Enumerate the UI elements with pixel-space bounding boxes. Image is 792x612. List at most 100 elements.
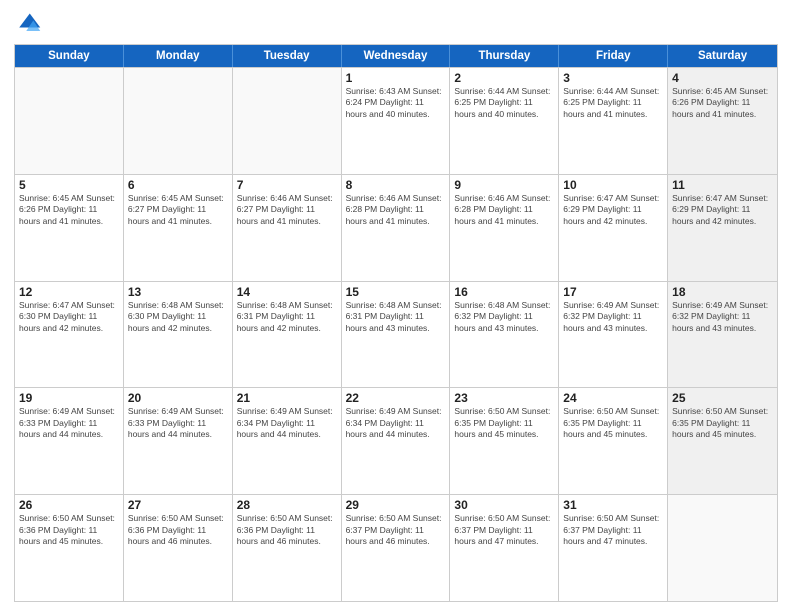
week-1: 1Sunrise: 6:43 AM Sunset: 6:24 PM Daylig… xyxy=(15,67,777,174)
day-info: Sunrise: 6:49 AM Sunset: 6:34 PM Dayligh… xyxy=(346,406,446,440)
day-info: Sunrise: 6:47 AM Sunset: 6:29 PM Dayligh… xyxy=(563,193,663,227)
day-number: 5 xyxy=(19,178,119,192)
day-number: 26 xyxy=(19,498,119,512)
calendar: SundayMondayTuesdayWednesdayThursdayFrid… xyxy=(14,44,778,602)
day-number: 29 xyxy=(346,498,446,512)
cal-cell: 18Sunrise: 6:49 AM Sunset: 6:32 PM Dayli… xyxy=(668,282,777,388)
cal-cell: 2Sunrise: 6:44 AM Sunset: 6:25 PM Daylig… xyxy=(450,68,559,174)
day-info: Sunrise: 6:48 AM Sunset: 6:30 PM Dayligh… xyxy=(128,300,228,334)
day-info: Sunrise: 6:45 AM Sunset: 6:27 PM Dayligh… xyxy=(128,193,228,227)
cal-cell: 4Sunrise: 6:45 AM Sunset: 6:26 PM Daylig… xyxy=(668,68,777,174)
cal-cell: 31Sunrise: 6:50 AM Sunset: 6:37 PM Dayli… xyxy=(559,495,668,601)
day-number: 11 xyxy=(672,178,773,192)
day-number: 14 xyxy=(237,285,337,299)
day-number: 15 xyxy=(346,285,446,299)
week-2: 5Sunrise: 6:45 AM Sunset: 6:26 PM Daylig… xyxy=(15,174,777,281)
day-info: Sunrise: 6:50 AM Sunset: 6:35 PM Dayligh… xyxy=(563,406,663,440)
day-info: Sunrise: 6:50 AM Sunset: 6:37 PM Dayligh… xyxy=(563,513,663,547)
cal-cell: 25Sunrise: 6:50 AM Sunset: 6:35 PM Dayli… xyxy=(668,388,777,494)
day-number: 24 xyxy=(563,391,663,405)
day-number: 30 xyxy=(454,498,554,512)
cal-cell xyxy=(124,68,233,174)
day-info: Sunrise: 6:44 AM Sunset: 6:25 PM Dayligh… xyxy=(563,86,663,120)
calendar-header: SundayMondayTuesdayWednesdayThursdayFrid… xyxy=(15,45,777,67)
cal-cell: 11Sunrise: 6:47 AM Sunset: 6:29 PM Dayli… xyxy=(668,175,777,281)
day-number: 25 xyxy=(672,391,773,405)
day-number: 13 xyxy=(128,285,228,299)
day-number: 20 xyxy=(128,391,228,405)
calendar-body: 1Sunrise: 6:43 AM Sunset: 6:24 PM Daylig… xyxy=(15,67,777,601)
week-3: 12Sunrise: 6:47 AM Sunset: 6:30 PM Dayli… xyxy=(15,281,777,388)
day-info: Sunrise: 6:50 AM Sunset: 6:36 PM Dayligh… xyxy=(19,513,119,547)
day-info: Sunrise: 6:48 AM Sunset: 6:31 PM Dayligh… xyxy=(346,300,446,334)
cal-cell: 3Sunrise: 6:44 AM Sunset: 6:25 PM Daylig… xyxy=(559,68,668,174)
cal-cell: 29Sunrise: 6:50 AM Sunset: 6:37 PM Dayli… xyxy=(342,495,451,601)
day-info: Sunrise: 6:50 AM Sunset: 6:37 PM Dayligh… xyxy=(454,513,554,547)
day-number: 6 xyxy=(128,178,228,192)
day-info: Sunrise: 6:43 AM Sunset: 6:24 PM Dayligh… xyxy=(346,86,446,120)
day-number: 3 xyxy=(563,71,663,85)
logo xyxy=(14,10,46,38)
day-info: Sunrise: 6:49 AM Sunset: 6:33 PM Dayligh… xyxy=(19,406,119,440)
cal-cell xyxy=(668,495,777,601)
cal-cell: 9Sunrise: 6:46 AM Sunset: 6:28 PM Daylig… xyxy=(450,175,559,281)
day-number: 23 xyxy=(454,391,554,405)
week-5: 26Sunrise: 6:50 AM Sunset: 6:36 PM Dayli… xyxy=(15,494,777,601)
header-day-thursday: Thursday xyxy=(450,45,559,67)
day-info: Sunrise: 6:50 AM Sunset: 6:37 PM Dayligh… xyxy=(346,513,446,547)
day-number: 21 xyxy=(237,391,337,405)
day-number: 22 xyxy=(346,391,446,405)
cal-cell xyxy=(15,68,124,174)
day-number: 10 xyxy=(563,178,663,192)
page: SundayMondayTuesdayWednesdayThursdayFrid… xyxy=(0,0,792,612)
header-day-sunday: Sunday xyxy=(15,45,124,67)
day-info: Sunrise: 6:47 AM Sunset: 6:30 PM Dayligh… xyxy=(19,300,119,334)
day-info: Sunrise: 6:49 AM Sunset: 6:32 PM Dayligh… xyxy=(672,300,773,334)
day-number: 4 xyxy=(672,71,773,85)
cal-cell: 12Sunrise: 6:47 AM Sunset: 6:30 PM Dayli… xyxy=(15,282,124,388)
day-info: Sunrise: 6:45 AM Sunset: 6:26 PM Dayligh… xyxy=(19,193,119,227)
day-info: Sunrise: 6:50 AM Sunset: 6:35 PM Dayligh… xyxy=(454,406,554,440)
cal-cell: 16Sunrise: 6:48 AM Sunset: 6:32 PM Dayli… xyxy=(450,282,559,388)
day-number: 28 xyxy=(237,498,337,512)
day-info: Sunrise: 6:49 AM Sunset: 6:34 PM Dayligh… xyxy=(237,406,337,440)
day-number: 9 xyxy=(454,178,554,192)
cal-cell: 24Sunrise: 6:50 AM Sunset: 6:35 PM Dayli… xyxy=(559,388,668,494)
day-info: Sunrise: 6:50 AM Sunset: 6:35 PM Dayligh… xyxy=(672,406,773,440)
day-number: 18 xyxy=(672,285,773,299)
cal-cell: 22Sunrise: 6:49 AM Sunset: 6:34 PM Dayli… xyxy=(342,388,451,494)
cal-cell: 5Sunrise: 6:45 AM Sunset: 6:26 PM Daylig… xyxy=(15,175,124,281)
header-day-friday: Friday xyxy=(559,45,668,67)
day-info: Sunrise: 6:49 AM Sunset: 6:33 PM Dayligh… xyxy=(128,406,228,440)
cal-cell: 1Sunrise: 6:43 AM Sunset: 6:24 PM Daylig… xyxy=(342,68,451,174)
logo-icon xyxy=(14,10,42,38)
day-number: 16 xyxy=(454,285,554,299)
cal-cell: 19Sunrise: 6:49 AM Sunset: 6:33 PM Dayli… xyxy=(15,388,124,494)
day-number: 8 xyxy=(346,178,446,192)
cal-cell: 15Sunrise: 6:48 AM Sunset: 6:31 PM Dayli… xyxy=(342,282,451,388)
cal-cell: 14Sunrise: 6:48 AM Sunset: 6:31 PM Dayli… xyxy=(233,282,342,388)
week-4: 19Sunrise: 6:49 AM Sunset: 6:33 PM Dayli… xyxy=(15,387,777,494)
day-info: Sunrise: 6:48 AM Sunset: 6:31 PM Dayligh… xyxy=(237,300,337,334)
day-info: Sunrise: 6:50 AM Sunset: 6:36 PM Dayligh… xyxy=(237,513,337,547)
cal-cell: 27Sunrise: 6:50 AM Sunset: 6:36 PM Dayli… xyxy=(124,495,233,601)
day-info: Sunrise: 6:46 AM Sunset: 6:27 PM Dayligh… xyxy=(237,193,337,227)
cal-cell xyxy=(233,68,342,174)
cal-cell: 8Sunrise: 6:46 AM Sunset: 6:28 PM Daylig… xyxy=(342,175,451,281)
day-info: Sunrise: 6:49 AM Sunset: 6:32 PM Dayligh… xyxy=(563,300,663,334)
cal-cell: 7Sunrise: 6:46 AM Sunset: 6:27 PM Daylig… xyxy=(233,175,342,281)
day-info: Sunrise: 6:45 AM Sunset: 6:26 PM Dayligh… xyxy=(672,86,773,120)
day-number: 12 xyxy=(19,285,119,299)
cal-cell: 10Sunrise: 6:47 AM Sunset: 6:29 PM Dayli… xyxy=(559,175,668,281)
day-info: Sunrise: 6:50 AM Sunset: 6:36 PM Dayligh… xyxy=(128,513,228,547)
cal-cell: 30Sunrise: 6:50 AM Sunset: 6:37 PM Dayli… xyxy=(450,495,559,601)
day-number: 17 xyxy=(563,285,663,299)
cal-cell: 6Sunrise: 6:45 AM Sunset: 6:27 PM Daylig… xyxy=(124,175,233,281)
day-info: Sunrise: 6:46 AM Sunset: 6:28 PM Dayligh… xyxy=(454,193,554,227)
cal-cell: 26Sunrise: 6:50 AM Sunset: 6:36 PM Dayli… xyxy=(15,495,124,601)
day-number: 7 xyxy=(237,178,337,192)
header-day-saturday: Saturday xyxy=(668,45,777,67)
header-day-monday: Monday xyxy=(124,45,233,67)
cal-cell: 28Sunrise: 6:50 AM Sunset: 6:36 PM Dayli… xyxy=(233,495,342,601)
day-info: Sunrise: 6:48 AM Sunset: 6:32 PM Dayligh… xyxy=(454,300,554,334)
